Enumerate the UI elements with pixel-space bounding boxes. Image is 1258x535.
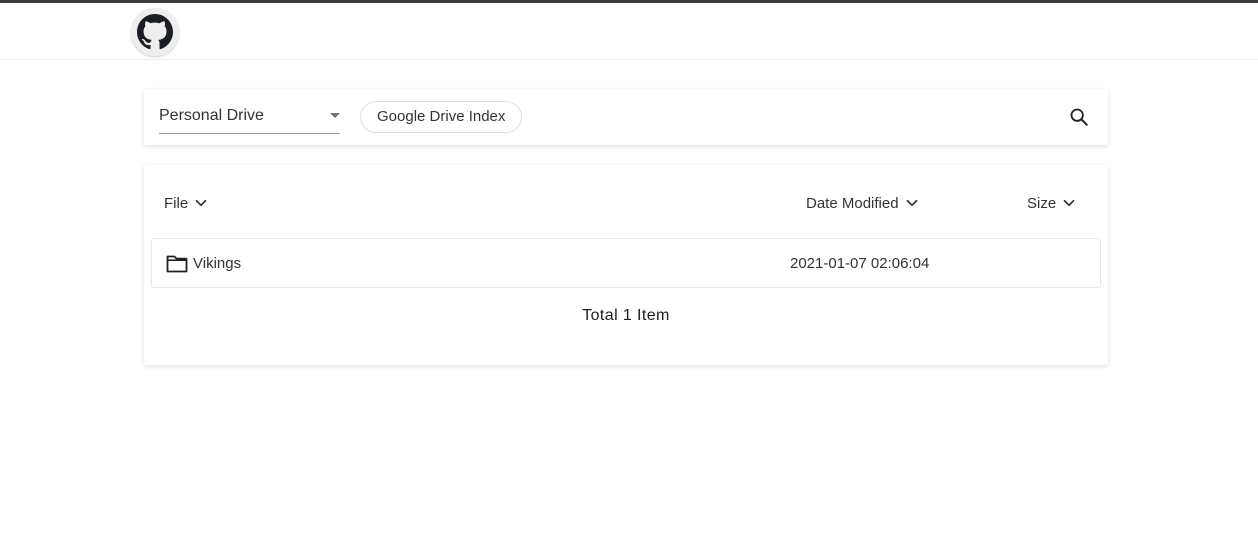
index-chip[interactable]: Google Drive Index: [360, 101, 523, 133]
github-button[interactable]: [131, 8, 179, 56]
column-header-size[interactable]: Size: [1027, 194, 1078, 212]
chevron-down-icon: [195, 199, 207, 207]
toolbar-card: Personal Drive Google Drive Index: [144, 89, 1108, 145]
column-header-file-label: File: [164, 194, 189, 212]
dropdown-arrow-icon: [330, 113, 340, 118]
file-date-modified: 2021-01-07 02:06:04: [790, 255, 930, 272]
column-header-date-modified[interactable]: Date Modified: [806, 194, 921, 212]
app-bar: [0, 3, 1258, 60]
chevron-down-icon: [1063, 199, 1075, 207]
file-list-card: File Date Modified Size Vikings 2021-01-…: [144, 165, 1108, 365]
column-header-date-label: Date Modified: [806, 194, 899, 212]
drive-select-value: Personal Drive: [159, 107, 264, 124]
search-button[interactable]: [1068, 106, 1090, 128]
chevron-down-icon: [906, 199, 917, 207]
file-name: Vikings: [193, 255, 242, 272]
total-count: Total 1 Item: [582, 307, 670, 324]
column-header-size-label: Size: [1027, 194, 1057, 212]
github-icon: [137, 14, 173, 50]
search-icon: [1070, 108, 1088, 126]
folder-icon: [166, 255, 188, 273]
list-item[interactable]: Vikings 2021-01-07 02:06:04: [151, 238, 1101, 288]
drive-select[interactable]: Personal Drive: [159, 99, 340, 134]
column-header-file[interactable]: File: [164, 194, 210, 212]
